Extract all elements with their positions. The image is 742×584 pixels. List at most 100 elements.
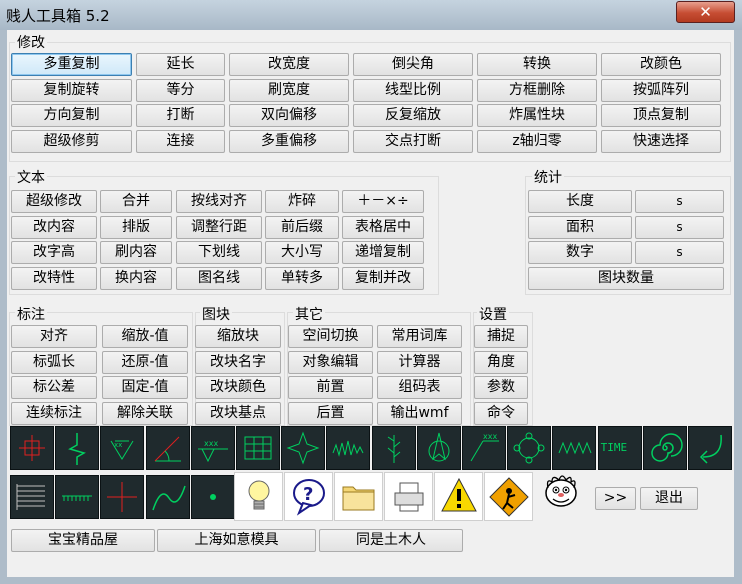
modify-button[interactable]: 交点打断 <box>353 129 473 153</box>
modify-button[interactable]: 反复缩放 <box>353 104 473 127</box>
warning-icon[interactable] <box>434 472 483 521</box>
settings-button[interactable]: 命令 <box>474 401 528 425</box>
dim-button[interactable]: 缩放-值 <box>102 325 188 348</box>
dim-button[interactable]: 解除关联 <box>102 401 188 425</box>
modify-button[interactable]: 改宽度 <box>229 53 349 76</box>
text-button[interactable]: 按线对齐 <box>176 190 262 213</box>
other-button[interactable]: 对象编辑 <box>288 350 373 374</box>
modify-button[interactable]: 线型比例 <box>353 78 473 102</box>
help-bubble-icon[interactable]: ? <box>284 472 333 521</box>
other-button[interactable]: 前置 <box>288 376 373 399</box>
modify-button[interactable]: 刷宽度 <box>229 78 349 102</box>
text-button[interactable]: ＋－×÷ <box>342 190 424 213</box>
grid-table-icon[interactable] <box>236 426 280 470</box>
modify-button[interactable]: 超级修剪 <box>11 129 132 153</box>
leader-xxx-icon[interactable]: xxx <box>190 426 235 470</box>
text-button[interactable]: 炸碎 <box>265 190 339 213</box>
link-button[interactable]: 上海如意模具 <box>157 529 316 552</box>
text-button[interactable]: 改特性 <box>11 266 97 290</box>
text-button[interactable]: 调整行距 <box>176 215 262 239</box>
dim-button[interactable]: 标公差 <box>11 376 97 399</box>
construction-icon[interactable] <box>484 472 533 521</box>
text-button[interactable]: 下划线 <box>176 241 262 264</box>
stat-value-button[interactable]: s <box>635 241 724 264</box>
modify-button[interactable]: 顶点复制 <box>601 104 721 127</box>
other-button[interactable]: 组码表 <box>377 376 462 399</box>
modify-button[interactable]: 连接 <box>136 129 225 153</box>
star-icon[interactable] <box>281 426 326 470</box>
other-button[interactable]: 计算器 <box>377 350 462 374</box>
folder-icon[interactable] <box>334 472 383 521</box>
break-line-icon[interactable] <box>55 426 100 470</box>
block-button[interactable]: 改块基点 <box>195 401 281 425</box>
other-button[interactable]: 空间切换 <box>288 325 373 348</box>
stat-name-button[interactable]: 面积 <box>528 215 632 239</box>
text-button[interactable]: 换内容 <box>100 266 172 290</box>
north-arrow-icon[interactable] <box>416 426 461 470</box>
dim-button[interactable]: 对齐 <box>11 325 97 348</box>
block-button[interactable]: 改块颜色 <box>195 376 281 399</box>
modify-button[interactable]: z轴归零 <box>477 129 597 153</box>
stat-value-button[interactable]: s <box>635 190 724 213</box>
weld-symbol-icon[interactable]: xx <box>100 426 145 470</box>
close-button[interactable]: ✕ <box>676 1 735 23</box>
spiral-icon[interactable] <box>642 426 687 470</box>
return-arrow-icon[interactable] <box>688 426 732 470</box>
text-button[interactable]: 图名线 <box>176 266 262 290</box>
settings-button[interactable]: 角度 <box>474 350 528 374</box>
modify-button[interactable]: 打断 <box>136 104 225 127</box>
text-button[interactable]: 合并 <box>100 190 172 213</box>
settings-button[interactable]: 捕捉 <box>474 325 528 348</box>
modify-button[interactable]: 多重偏移 <box>229 129 349 153</box>
other-button[interactable]: 后置 <box>288 401 373 425</box>
lightbulb-icon[interactable] <box>234 472 283 521</box>
text-button[interactable]: 改内容 <box>11 215 97 239</box>
modify-button[interactable]: 改颜色 <box>601 53 721 76</box>
cartoon-face-icon[interactable] <box>538 468 587 517</box>
tree-icon[interactable] <box>371 426 416 470</box>
more-button[interactable]: >> <box>595 487 636 510</box>
modify-button[interactable]: 延长 <box>136 53 225 76</box>
printer-icon[interactable] <box>384 472 433 521</box>
angle-icon[interactable] <box>145 426 190 470</box>
gear-cloud-icon[interactable] <box>507 426 552 470</box>
dim-button[interactable]: 固定-值 <box>102 376 188 399</box>
link-button[interactable]: 同是土木人 <box>319 529 463 552</box>
dim-button[interactable]: 标弧长 <box>11 350 97 374</box>
zigzag-icon[interactable] <box>552 426 597 470</box>
curve-icon[interactable] <box>145 475 190 519</box>
slope-xxx-icon[interactable]: xxx <box>462 426 506 470</box>
modify-button[interactable]: 等分 <box>136 78 225 102</box>
modify-button[interactable]: 转换 <box>477 53 597 76</box>
modify-button[interactable]: 炸属性块 <box>477 104 597 127</box>
settings-button[interactable]: 参数 <box>474 376 528 399</box>
spring-lines-icon[interactable] <box>10 475 54 519</box>
green-dot-icon[interactable] <box>190 475 235 519</box>
block-button[interactable]: 改块名字 <box>195 350 281 374</box>
stat-name-button[interactable]: 长度 <box>528 190 632 213</box>
modify-button[interactable]: 方向复制 <box>11 104 132 127</box>
text-button[interactable]: 递增复制 <box>342 241 424 264</box>
modify-button[interactable]: 倒尖角 <box>353 53 473 76</box>
text-button[interactable]: 单转多 <box>265 266 339 290</box>
text-button[interactable]: 复制并改 <box>342 266 424 290</box>
red-cross-icon[interactable] <box>100 475 145 519</box>
modify-button[interactable]: 方框删除 <box>477 78 597 102</box>
other-button[interactable]: 常用词库 <box>377 325 462 348</box>
text-button[interactable]: 改字高 <box>11 241 97 264</box>
block-button[interactable]: 缩放块 <box>195 325 281 348</box>
title-bar[interactable]: 贱人工具箱 5.2 ✕ <box>0 0 742 30</box>
time-text-icon[interactable]: TIME <box>597 426 642 470</box>
dim-button[interactable]: 还原-值 <box>102 350 188 374</box>
wave-lines-icon[interactable] <box>326 426 371 470</box>
ground-hatch-icon[interactable] <box>55 475 100 519</box>
text-button[interactable]: 排版 <box>100 215 172 239</box>
modify-button[interactable]: 按弧阵列 <box>601 78 721 102</box>
modify-button[interactable]: 双向偏移 <box>229 104 349 127</box>
link-button[interactable]: 宝宝精品屋 <box>11 529 155 552</box>
modify-button[interactable]: 复制旋转 <box>11 78 132 102</box>
modify-button[interactable]: 快速选择 <box>601 129 721 153</box>
text-button[interactable]: 超级修改 <box>11 190 97 213</box>
block-count-button[interactable]: 图块数量 <box>528 267 724 290</box>
text-button[interactable]: 刷内容 <box>100 241 172 264</box>
